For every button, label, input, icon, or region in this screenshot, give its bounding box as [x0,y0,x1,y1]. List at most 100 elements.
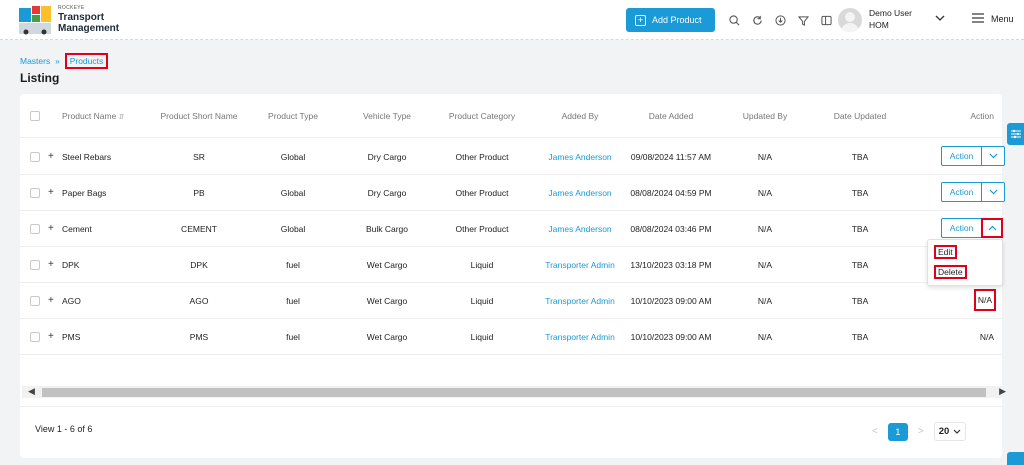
cell-date-updated: TBA [851,296,869,306]
prev-page-icon[interactable]: < [872,426,878,437]
row-checkbox[interactable] [30,188,40,198]
table-row[interactable]: + Paper Bags PB Global Dry Cargo Other P… [20,175,1005,211]
brand-name-line2: Management [58,23,120,34]
expand-row-icon[interactable]: + [48,187,54,198]
cell-short-name: AGO [189,296,209,306]
cell-date-added: 08/08/2024 03:46 PM [630,224,712,234]
cell-vehicle-type: Wet Cargo [366,296,408,306]
table-row[interactable]: + DPK DPK fuel Wet Cargo Liquid Transpor… [20,247,1002,283]
cell-date-added: 10/10/2023 09:00 AM [630,332,712,342]
scrollbar-thumb[interactable] [42,388,986,397]
cell-added-by[interactable]: Transporter Admin [545,260,615,270]
expand-row-icon[interactable]: + [48,151,54,162]
select-all-checkbox[interactable] [30,111,40,121]
expand-row-icon[interactable]: + [48,331,54,342]
cell-date-updated: TBA [851,224,869,234]
cell-product-name: PMS [62,332,81,342]
breadcrumb-masters[interactable]: Masters [20,56,50,66]
cell-added-by[interactable]: James Anderson [548,188,611,198]
sort-icon[interactable]: ⇵ [118,114,124,121]
search-icon[interactable] [727,13,741,27]
delete-menu-item[interactable]: Delete [934,265,967,279]
row-checkbox[interactable] [30,224,40,234]
row-checkbox[interactable] [30,332,40,342]
cell-short-name: SR [193,152,205,162]
sliders-icon [1010,129,1021,139]
table-row[interactable]: + Steel Rebars SR Global Dry Cargo Other… [20,139,1005,175]
col-date-added: Date Added [648,111,694,121]
cell-short-name: DPK [190,260,208,270]
scroll-left-icon[interactable]: ◀ [28,386,35,397]
col-action: Action [970,111,994,121]
brand-logo[interactable] [18,5,52,35]
brand-name-line1: Transport [58,12,105,23]
table-row[interactable]: + AGO AGO fuel Wet Cargo Liquid Transpor… [20,283,1002,319]
chevron-down-icon[interactable] [982,147,1004,165]
user-role: HOM [869,20,889,30]
row-checkbox[interactable] [30,152,40,162]
action-button[interactable]: Action [942,219,982,237]
header-toolbar [727,13,833,27]
settings-panel-tab[interactable] [1007,123,1024,145]
action-button[interactable]: Action [942,147,982,165]
cell-product-type: Global [280,152,306,162]
expand-row-icon[interactable]: + [48,295,54,306]
expand-row-icon[interactable]: + [48,259,54,270]
col-product-short-name: Product Short Name [160,111,238,121]
page-title: Listing [20,71,60,85]
page-size-select[interactable]: 20 [933,422,967,441]
page-number[interactable]: 1 [887,422,908,441]
cell-vehicle-type: Bulk Cargo [365,224,409,234]
chevron-down-icon[interactable] [935,14,945,25]
row-checkbox[interactable] [30,260,40,270]
hamburger-icon [972,13,984,25]
filter-icon[interactable] [796,13,810,27]
download-icon[interactable] [773,13,787,27]
menu-button[interactable]: Menu [972,13,1014,25]
cell-added-by[interactable]: Transporter Admin [545,332,615,342]
cell-vehicle-type: Dry Cargo [367,188,407,198]
cell-updated-by: N/A [757,260,773,270]
breadcrumb-products[interactable]: Products [64,53,109,69]
cell-date-updated: TBA [851,332,869,342]
cell-category: Liquid [470,296,494,306]
table-row[interactable]: + Cement CEMENT Global Bulk Cargo Other … [20,211,1003,247]
refresh-icon[interactable] [750,13,764,27]
scroll-top-tab[interactable] [1007,452,1024,465]
cell-action-na: N/A [979,332,994,342]
cell-product-type: fuel [286,332,300,342]
add-product-label: Add Product [652,15,702,25]
action-button[interactable]: Action [942,183,982,201]
cell-vehicle-type: Dry Cargo [367,152,407,162]
edit-menu-item[interactable]: Edit [934,245,957,259]
next-page-icon[interactable]: > [918,426,924,437]
cell-added-by[interactable]: Transporter Admin [545,296,615,306]
cell-date-updated: TBA [851,260,869,270]
cell-category: Other Product [455,224,509,234]
chevron-down-icon [953,429,961,434]
col-date-updated: Date Updated [833,111,887,121]
breadcrumb: Masters » Products [20,53,109,69]
col-product-name[interactable]: Product Name ⇵ [62,111,124,121]
col-updated-by: Updated By [742,111,788,121]
table-row[interactable]: + PMS PMS fuel Wet Cargo Liquid Transpor… [20,319,1002,355]
add-product-button[interactable]: + Add Product [626,8,715,32]
products-table-card: Product Name ⇵ Product Short Name Product… [20,94,1006,458]
chevron-down-icon[interactable] [982,183,1004,201]
page-size-value: 20 [938,426,950,437]
breadcrumb-separator: » [55,56,60,66]
chevron-up-icon[interactable] [981,218,1003,238]
avatar[interactable] [838,8,862,32]
cell-added-by[interactable]: James Anderson [548,224,611,234]
cell-date-added: 09/08/2024 11:57 AM [630,152,712,162]
horizontal-scrollbar[interactable]: ◀ ▶ [22,386,1006,398]
cell-added-by[interactable]: James Anderson [548,152,611,162]
expand-row-icon[interactable]: + [48,223,54,234]
cell-short-name: CEMENT [181,224,217,234]
table-header: Product Name ⇵ Product Short Name Product… [20,94,1002,138]
scroll-right-icon[interactable]: ▶ [999,386,1006,397]
columns-icon[interactable] [819,13,833,27]
row-checkbox[interactable] [30,296,40,306]
action-button-group: Action [941,182,1005,202]
col-product-type: Product Type [268,111,318,121]
